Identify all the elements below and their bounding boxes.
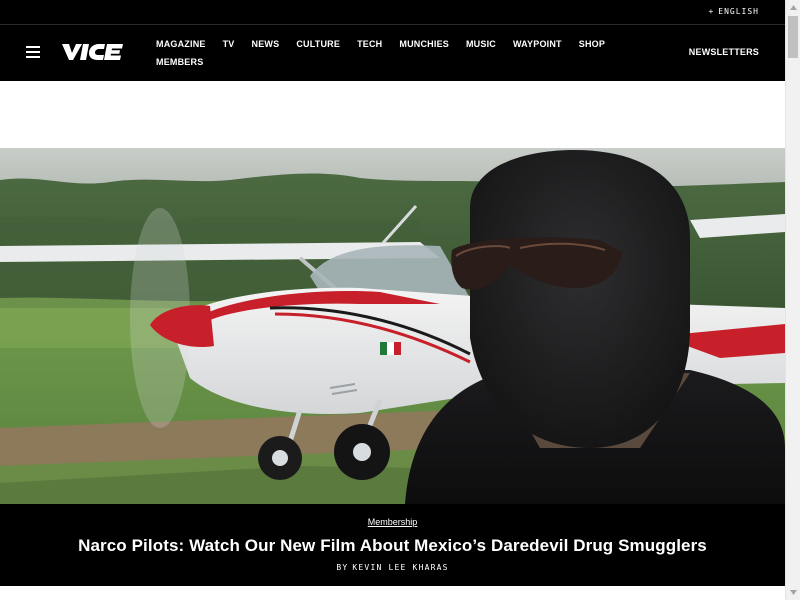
article-tag-link[interactable]: Membership (368, 517, 418, 527)
nav-item-shop[interactable]: SHOP (579, 38, 605, 50)
newsletters-link[interactable]: NEWSLETTERS (689, 47, 759, 57)
language-selector[interactable]: + ENGLISH (708, 7, 759, 16)
nav-item-music[interactable]: MUSIC (466, 38, 496, 50)
nav-item-munchies[interactable]: MUNCHIES (399, 38, 449, 50)
utility-bar: + ENGLISH (0, 0, 785, 25)
hero-illustration (0, 148, 785, 504)
section-menu: MAGAZINE TV NEWS CULTURE TECH MUNCHIES M… (156, 38, 626, 68)
nav-item-members[interactable]: MEMBERS (156, 56, 203, 68)
nav-item-culture[interactable]: CULTURE (296, 38, 340, 50)
article-headline[interactable]: Narco Pilots: Watch Our New Film About M… (0, 536, 785, 556)
scroll-up-arrow-icon[interactable] (786, 0, 800, 15)
scroll-down-arrow-icon[interactable] (786, 585, 800, 600)
nav-item-tv[interactable]: TV (223, 38, 235, 50)
nav-item-waypoint[interactable]: WAYPOINT (513, 38, 562, 50)
nav-item-tech[interactable]: TECH (357, 38, 382, 50)
plus-icon: + (708, 7, 715, 16)
vice-logo-mark (62, 44, 123, 60)
author-link[interactable]: KEVIN LEE KHARAS (352, 563, 448, 572)
main-navigation: MAGAZINE TV NEWS CULTURE TECH MUNCHIES M… (0, 25, 785, 81)
vice-logo[interactable] (61, 42, 127, 62)
masked-man-head (470, 150, 690, 448)
page: + ENGLISH MAGAZINE TV NEWS CULTURE TECH … (0, 0, 785, 600)
article-caption: Membership Narco Pilots: Watch Our New F… (0, 504, 785, 586)
language-label: ENGLISH (718, 7, 759, 16)
hamburger-menu-icon[interactable] (26, 46, 40, 58)
ad-space (0, 81, 785, 148)
scrollbar-thumb[interactable] (788, 16, 798, 58)
nav-item-magazine[interactable]: MAGAZINE (156, 38, 206, 50)
hero-image[interactable] (0, 148, 785, 504)
article-byline: BY KEVIN LEE KHARAS (0, 563, 785, 572)
nav-item-news[interactable]: NEWS (252, 38, 280, 50)
page-scrollbar[interactable] (785, 0, 800, 600)
article-tag: Membership (0, 517, 785, 527)
byline-prefix: BY (336, 563, 349, 572)
